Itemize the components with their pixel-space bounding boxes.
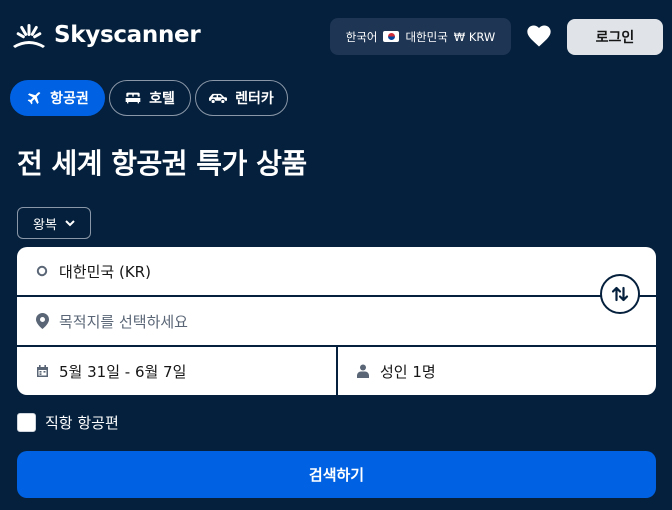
car-icon — [209, 93, 228, 104]
region-label: 대한민국 — [405, 29, 448, 44]
travellers-value: 성인 1명 — [380, 362, 436, 381]
direct-flights-label: 직항 항공편 — [45, 414, 119, 432]
bed-icon — [125, 92, 141, 104]
origin-field[interactable]: 대한민국 (KR) — [17, 247, 656, 295]
direct-flights-checkbox[interactable] — [17, 413, 36, 432]
tab-hotels[interactable]: 호텔 — [109, 80, 191, 116]
dates-field[interactable]: 5월 31일 - 6월 7일 — [17, 347, 336, 395]
tab-flights-label: 항공권 — [50, 91, 89, 107]
plane-icon — [27, 92, 41, 105]
trip-type-label: 왕복 — [33, 217, 57, 233]
tab-flights[interactable]: 항공권 — [10, 80, 105, 116]
favorites-button[interactable] — [525, 22, 553, 50]
origin-circle-icon — [35, 264, 49, 278]
header: Skyscanner 한국어 대한민국 ₩ KRW 로그인 — [0, 0, 672, 72]
skyscanner-logo[interactable]: Skyscanner — [10, 22, 201, 48]
trip-type-select[interactable]: 왕복 — [17, 207, 91, 239]
korea-flag-icon — [383, 31, 400, 42]
page-title: 전 세계 항공권 특가 상품 — [17, 147, 307, 180]
tab-cars[interactable]: 렌터카 — [195, 80, 288, 116]
locale-selector[interactable]: 한국어 대한민국 ₩ KRW — [330, 18, 511, 55]
destination-field[interactable]: 목적지를 선택하세요 — [17, 297, 656, 345]
travellers-field[interactable]: 성인 1명 — [338, 347, 656, 395]
origin-value: 대한민국 (KR) — [59, 262, 151, 281]
search-button[interactable]: 검색하기 — [17, 451, 656, 498]
calendar-icon — [35, 364, 49, 378]
brand-name: Skyscanner — [54, 22, 201, 48]
currency-label: ₩ KRW — [453, 29, 496, 44]
heart-icon — [527, 25, 551, 47]
login-button[interactable]: 로그인 — [567, 19, 663, 55]
direct-flights-option[interactable]: 직항 항공편 — [17, 412, 119, 433]
sunrise-icon — [13, 24, 45, 48]
swap-arrows-icon — [611, 286, 629, 302]
chevron-down-icon — [65, 219, 75, 226]
language-label: 한국어 — [345, 29, 378, 44]
dates-value: 5월 31일 - 6월 7일 — [59, 362, 187, 381]
tab-cars-label: 렌터카 — [235, 91, 274, 107]
tab-hotels-label: 호텔 — [149, 91, 175, 107]
destination-placeholder: 목적지를 선택하세요 — [59, 312, 188, 331]
swap-locations-button[interactable] — [600, 274, 640, 314]
person-icon — [356, 364, 370, 378]
location-pin-icon — [35, 313, 49, 329]
